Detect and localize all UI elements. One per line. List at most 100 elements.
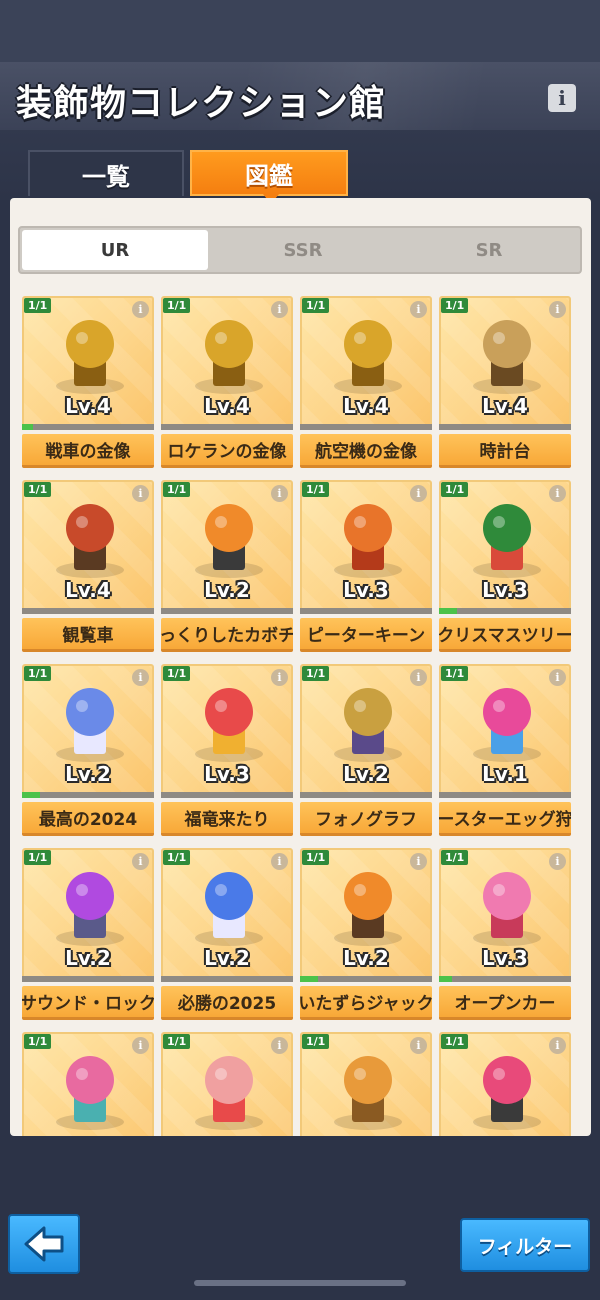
card-name: 福竜来たり	[161, 802, 293, 836]
card-info-icon[interactable]: i	[410, 485, 427, 502]
hearts-tower-icon	[56, 1056, 124, 1130]
card-level: Lv.3	[204, 762, 250, 786]
card-name: イースターエッグ狩り	[439, 802, 571, 836]
tank-statue-icon	[56, 320, 124, 394]
card-info-icon[interactable]: i	[549, 853, 566, 870]
collection-card[interactable]: 1/1 i Lv.4 時計台	[439, 296, 571, 468]
card-info-icon[interactable]: i	[549, 669, 566, 686]
collection-card[interactable]: 1/1 i Lv.2 びっくりしたカボチャ	[161, 480, 293, 652]
card-count: 1/1	[24, 482, 52, 497]
card-progress-bar	[22, 792, 154, 798]
card-count: 1/1	[302, 482, 330, 497]
card-info-icon[interactable]: i	[271, 669, 288, 686]
rarity-tabs: UR SSR SR	[18, 226, 582, 274]
card-info-icon[interactable]: i	[271, 301, 288, 318]
collection-card[interactable]: 1/1 i Lv.4 観覧車	[22, 480, 154, 652]
collection-card[interactable]: 1/1 i Lv.1 イースターエッグ狩り	[439, 664, 571, 836]
card-level: Lv.1	[482, 762, 528, 786]
aircraft-statue-icon	[334, 320, 402, 394]
filter-button[interactable]: フィルター	[460, 1218, 590, 1272]
card-progress-bar	[300, 424, 432, 430]
rarity-tab-sr[interactable]: SR	[396, 230, 582, 270]
card-info-icon[interactable]: i	[549, 301, 566, 318]
card-progress-bar	[439, 424, 571, 430]
tab-list-label: 一覧	[82, 162, 130, 191]
card-name: フォノグラフ	[300, 802, 432, 836]
card-count: 1/1	[441, 482, 469, 497]
back-button[interactable]	[8, 1214, 80, 1274]
collection-card[interactable]: 1/1 i	[439, 1032, 571, 1136]
collection-card[interactable]: 1/1 i Lv.3 クリスマスツリー	[439, 480, 571, 652]
collection-card[interactable]: 1/1 i Lv.3 ピーターキーン	[300, 480, 432, 652]
card-progress-bar	[439, 792, 571, 798]
card-info-icon[interactable]: i	[132, 669, 149, 686]
collection-card[interactable]: 1/1 i Lv.2 最高の2024	[22, 664, 154, 836]
card-name: 観覧車	[22, 618, 154, 652]
card-info-icon[interactable]: i	[271, 485, 288, 502]
phonograph-icon	[334, 688, 402, 762]
card-name: 必勝の2025	[161, 986, 293, 1020]
card-level: Lv.4	[482, 394, 528, 418]
jack-o-lantern-icon	[334, 872, 402, 946]
collection-card[interactable]: 1/1 i Lv.3 福竜来たり	[161, 664, 293, 836]
card-progress-bar	[300, 608, 432, 614]
card-level: Lv.4	[65, 578, 111, 602]
card-info-icon[interactable]: i	[132, 301, 149, 318]
card-count: 1/1	[163, 1034, 191, 1049]
card-info-icon[interactable]: i	[549, 1037, 566, 1054]
rarity-tab-ssr[interactable]: SSR	[210, 230, 396, 270]
card-info-icon[interactable]: i	[410, 669, 427, 686]
card-count: 1/1	[24, 666, 52, 681]
info-icon: i	[558, 86, 566, 110]
card-info-icon[interactable]: i	[410, 853, 427, 870]
dragon-icon	[195, 688, 263, 762]
collection-card[interactable]: 1/1 i Lv.2 フォノグラフ	[300, 664, 432, 836]
card-info-icon[interactable]: i	[132, 485, 149, 502]
collection-card[interactable]: 1/1 i Lv.3 オープンカー	[439, 848, 571, 1020]
card-info-icon[interactable]: i	[132, 1037, 149, 1054]
card-name: ロケランの金像	[161, 434, 293, 468]
collection-card[interactable]: 1/1 i Lv.2 必勝の2025	[161, 848, 293, 1020]
tab-encyclopedia[interactable]: 図鑑	[190, 150, 348, 204]
year-2025-icon	[195, 872, 263, 946]
card-progress-bar	[300, 976, 432, 982]
card-info-icon[interactable]: i	[410, 301, 427, 318]
card-count: 1/1	[302, 666, 330, 681]
year-2024-icon	[56, 688, 124, 762]
card-level: Lv.2	[65, 946, 111, 970]
card-info-icon[interactable]: i	[271, 1037, 288, 1054]
rarity-tab-ur[interactable]: UR	[22, 230, 208, 270]
collection-panel: UR SSR SR 1/1 i Lv.4 戦車の金像 1/1 i Lv.4 ロケ…	[10, 198, 591, 1136]
collection-card[interactable]: 1/1 i	[300, 1032, 432, 1136]
card-progress-bar	[22, 976, 154, 982]
collection-card[interactable]: 1/1 i	[22, 1032, 154, 1136]
cornucopia-icon	[334, 1056, 402, 1130]
card-info-icon[interactable]: i	[549, 485, 566, 502]
collection-card[interactable]: 1/1 i Lv.2 いたずらジャック	[300, 848, 432, 1020]
info-button[interactable]: i	[548, 84, 576, 112]
collection-card[interactable]: 1/1 i Lv.4 ロケランの金像	[161, 296, 293, 468]
card-count: 1/1	[24, 298, 52, 313]
card-level: Lv.4	[204, 394, 250, 418]
card-name: 時計台	[439, 434, 571, 468]
collection-card[interactable]: 1/1 i Lv.2 サウンド・ロック	[22, 848, 154, 1020]
card-progress-bar	[161, 608, 293, 614]
home-indicator	[194, 1280, 406, 1286]
card-progress-bar	[439, 608, 571, 614]
card-count: 1/1	[302, 298, 330, 313]
card-info-icon[interactable]: i	[410, 1037, 427, 1054]
collection-card[interactable]: 1/1 i	[161, 1032, 293, 1136]
card-name: クリスマスツリー	[439, 618, 571, 652]
card-level: Lv.4	[65, 394, 111, 418]
rocket-launcher-statue-icon	[195, 320, 263, 394]
collection-card[interactable]: 1/1 i Lv.4 戦車の金像	[22, 296, 154, 468]
card-name: 最高の2024	[22, 802, 154, 836]
card-progress-bar	[22, 608, 154, 614]
card-name: いたずらジャック	[300, 986, 432, 1020]
tab-list[interactable]: 一覧	[28, 150, 184, 196]
card-level: Lv.2	[204, 578, 250, 602]
card-info-icon[interactable]: i	[271, 853, 288, 870]
card-name: 航空機の金像	[300, 434, 432, 468]
card-info-icon[interactable]: i	[132, 853, 149, 870]
collection-card[interactable]: 1/1 i Lv.4 航空機の金像	[300, 296, 432, 468]
